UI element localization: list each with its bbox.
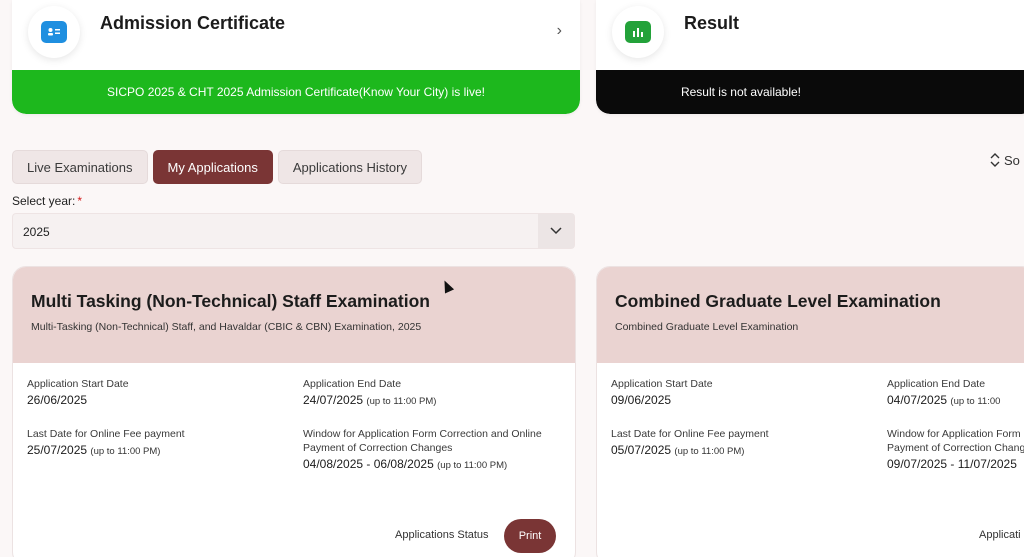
result-title: Result (684, 13, 740, 33)
time-note: (up to 11:00 (950, 396, 1001, 407)
last-date-fee-payment: Last Date for Online Fee payment 05/07/2… (611, 427, 769, 457)
date-value: 24/07/2025 (303, 393, 364, 407)
field-value: 04/07/2025 (up to 11:00 (887, 393, 1000, 407)
bar-chart-icon (625, 21, 651, 43)
date-value: 25/07/2025 (27, 443, 88, 457)
time-note: (up to 11:00 PM) (90, 446, 161, 457)
field-label: Application End Date (887, 378, 986, 390)
id-card-icon (41, 21, 67, 43)
date-value: 04/07/2025 (887, 393, 948, 407)
field-label: Application End Date (303, 378, 402, 390)
field-label: Application Start Date (27, 378, 129, 390)
exam-subtitle: Multi-Tasking (Non-Technical) Staff, and… (31, 321, 422, 333)
tab-applications-history[interactable]: Applications History (277, 150, 422, 184)
select-year-label-text: Select year: (12, 194, 76, 208)
exam-title: Combined Graduate Level Examination (615, 291, 941, 311)
field-label: Payment of Correction Chang (887, 442, 1024, 454)
application-card-header: Combined Graduate Level Examination Comb… (597, 267, 1024, 363)
application-start-date: Application Start Date 26/06/2025 (27, 377, 129, 407)
application-card-cgl: Combined Graduate Level Examination Comb… (596, 266, 1024, 557)
applications-tabs: Live Examinations My Applications Applic… (12, 150, 422, 184)
exam-subtitle: Combined Graduate Level Examination (615, 321, 799, 333)
field-label: Window for Application Form (887, 428, 1021, 440)
field-value: 26/06/2025 (27, 393, 88, 407)
application-card-mts: Multi Tasking (Non-Technical) Staff Exam… (12, 266, 576, 557)
sort-icon (990, 153, 1000, 167)
field-value: 24/07/2025 (up to 11:00 PM) (303, 393, 436, 407)
time-note: (up to 11:00 PM) (437, 460, 508, 471)
admission-certificate-header[interactable]: Admission Certificate › (12, 0, 580, 70)
applications-status-link[interactable]: Applicati (979, 529, 1021, 541)
admission-certificate-card[interactable]: Admission Certificate › SICPO 2025 & CHT… (12, 0, 580, 114)
application-end-date: Application End Date 04/07/2025 (up to 1… (887, 377, 1000, 407)
year-select[interactable]: 2025 (12, 213, 575, 249)
select-year-label: Select year: * (12, 194, 82, 208)
result-icon-wrapper (612, 6, 664, 58)
field-value: 05/07/2025 (up to 11:00 PM) (611, 443, 769, 457)
chevron-right-icon[interactable]: › (557, 22, 562, 40)
year-select-value: 2025 (23, 225, 50, 239)
admission-icon-wrapper (28, 6, 80, 58)
admission-certificate-title: Admission Certificate (100, 13, 286, 33)
date-value: 05/07/2025 (611, 443, 672, 457)
application-card-header: Multi Tasking (Non-Technical) Staff Exam… (13, 267, 575, 363)
field-label: Payment of Correction Changes (303, 442, 453, 454)
result-card[interactable]: Result Result is not available! (596, 0, 1024, 114)
required-mark: * (77, 194, 83, 208)
correction-window: Window for Application Form Correction a… (303, 427, 542, 471)
result-header[interactable]: Result (596, 0, 1024, 70)
field-label: Application Start Date (611, 378, 713, 390)
applications-status-link[interactable]: Applications Status (395, 529, 489, 541)
field-label: Window for Application Form Correction a… (303, 428, 542, 440)
field-label: Last Date for Online Fee payment (611, 428, 769, 440)
sort-control[interactable]: So (990, 152, 1020, 168)
field-label: Last Date for Online Fee payment (27, 428, 185, 440)
tab-my-applications[interactable]: My Applications (152, 150, 273, 184)
field-value: 09/07/2025 - 11/07/2025 (887, 457, 1017, 471)
time-note: (up to 11:00 PM) (366, 396, 437, 407)
time-note: (up to 11:00 PM) (674, 446, 745, 457)
field-value: 25/07/2025 (up to 11:00 PM) (27, 443, 185, 457)
print-button[interactable]: Print (504, 519, 556, 553)
date-value: 04/08/2025 - 06/08/2025 (303, 457, 434, 471)
application-end-date: Application End Date 24/07/2025 (up to 1… (303, 377, 436, 407)
exam-title: Multi Tasking (Non-Technical) Staff Exam… (31, 291, 430, 311)
sort-label: So (1004, 152, 1020, 168)
result-status-banner: Result is not available! (596, 70, 1024, 114)
field-value: 04/08/2025 - 06/08/2025 (up to 11:00 PM) (303, 457, 542, 471)
correction-window: Window for Application Form Payment of C… (887, 427, 1024, 471)
application-start-date: Application Start Date 09/06/2025 (611, 377, 713, 407)
last-date-fee-payment: Last Date for Online Fee payment 25/07/2… (27, 427, 185, 457)
field-value: 09/06/2025 (611, 393, 672, 407)
chevron-down-icon[interactable] (538, 214, 574, 248)
tab-live-examinations[interactable]: Live Examinations (12, 150, 148, 184)
admission-live-banner: SICPO 2025 & CHT 2025 Admission Certific… (12, 70, 580, 114)
